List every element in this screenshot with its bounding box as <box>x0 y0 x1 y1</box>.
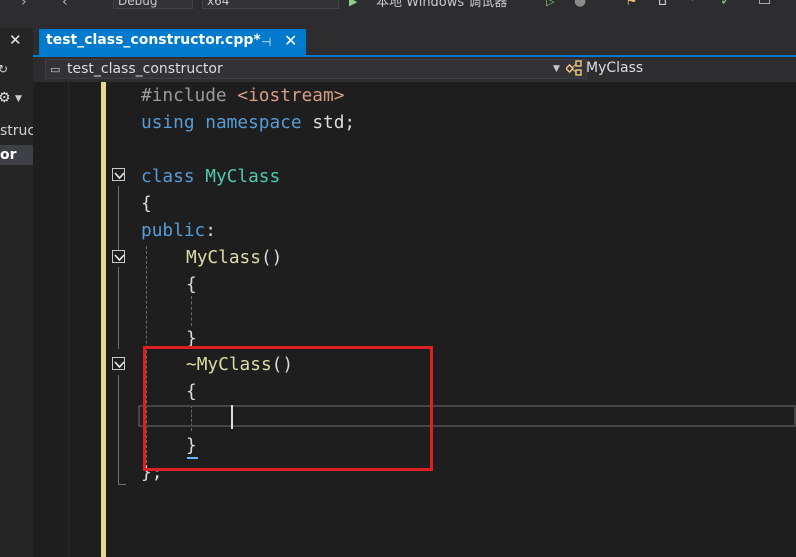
change-tracking-bar <box>101 82 106 557</box>
close-tab-icon[interactable]: ✕ <box>284 31 297 50</box>
config-dropdown[interactable]: Debug <box>113 0 193 9</box>
code-line-7: MyClass() <box>186 244 282 271</box>
brace-token: { <box>186 274 197 295</box>
preprocessor-token: #include <box>141 85 227 106</box>
platform-dropdown[interactable]: x64 <box>202 0 339 9</box>
tab-title: test_class_constructor.cpp* <box>46 32 261 48</box>
play-icon[interactable]: ▶ <box>349 0 357 8</box>
include-header-token: <iostream> <box>237 85 345 106</box>
collapse-ctor-icon[interactable] <box>112 250 125 263</box>
refresh-icon[interactable]: ↻ <box>0 62 8 76</box>
dropdown-icon[interactable]: ▾ <box>690 0 695 4</box>
tree-item-constructor[interactable]: struc <box>0 122 33 140</box>
chevron-down-icon[interactable]: ▼ <box>15 94 22 104</box>
nav-forward-icon[interactable]: › <box>21 0 27 10</box>
run-debugger-button[interactable]: 本地 Windows 调试器 <box>376 0 507 10</box>
outline-line <box>118 267 119 349</box>
chevron-down-icon[interactable]: ▼ <box>553 64 560 74</box>
brace-token: { <box>141 193 152 214</box>
indent-guide <box>191 296 192 326</box>
outline-line <box>118 186 119 250</box>
code-line-4: class MyClass <box>141 163 280 190</box>
code-line-2: using namespace std; <box>141 109 355 136</box>
keyword-token: public <box>141 220 206 241</box>
hierarchy-icon[interactable]: ⌂ <box>658 0 667 9</box>
gear-icon[interactable]: ⚙ <box>0 90 11 106</box>
function-name-token: MyClass <box>186 247 261 268</box>
scope-label: test_class_constructor <box>67 61 223 77</box>
close-icon[interactable]: ✕ <box>9 31 22 49</box>
check-icon[interactable]: ✓ <box>720 0 732 9</box>
bookmark-icon[interactable]: ⚑ <box>625 0 638 9</box>
outline-end <box>118 484 126 485</box>
punct-token: () <box>260 247 283 268</box>
margin-divider <box>68 82 69 557</box>
nav-back-icon[interactable]: ‹ <box>62 0 68 10</box>
class-name-token: MyClass <box>205 166 281 187</box>
code-line-1: #include <iostream> <box>141 82 344 109</box>
member-label: MyClass <box>586 60 644 76</box>
editor-margin <box>33 82 69 557</box>
keyword-token: using <box>141 112 195 133</box>
circle-icon[interactable]: ● <box>574 0 586 9</box>
collapse-dtor-icon[interactable] <box>112 357 125 370</box>
collapse-class-icon[interactable] <box>112 168 125 181</box>
punct-token: : <box>205 220 216 241</box>
run-without-debug-icon[interactable]: ▷ <box>546 0 554 8</box>
annotation-highlight-box <box>143 346 433 471</box>
code-line-8: { <box>186 271 197 298</box>
pin-icon[interactable]: ⊣ <box>261 35 271 49</box>
window-icon[interactable]: ▭ <box>758 0 771 9</box>
class-icon <box>564 60 584 80</box>
main-toolbar: › ‹ Debug x64 ▶ 本地 Windows 调试器 ▷ ● ⚑ ⌂ ▾… <box>0 0 796 28</box>
member-dropdown[interactable]: MyClass <box>560 57 796 82</box>
identifier-token: std; <box>301 112 356 133</box>
keyword-token: class <box>141 166 195 187</box>
tree-item-selected[interactable]: or <box>0 145 33 165</box>
side-panel: ✕ ↻ ⚙ ▼ struc or <box>0 28 33 557</box>
code-line-5: { <box>141 190 152 217</box>
tab-test-class-constructor[interactable]: test_class_constructor.cpp* ⊣ ✕ <box>39 29 306 55</box>
outline-line <box>118 375 119 485</box>
file-icon: ▭ <box>50 63 61 76</box>
code-line-6: public: <box>141 217 216 244</box>
scope-dropdown[interactable]: ▭ test_class_constructor ▼ <box>45 59 587 79</box>
keyword-token: namespace <box>205 112 302 133</box>
